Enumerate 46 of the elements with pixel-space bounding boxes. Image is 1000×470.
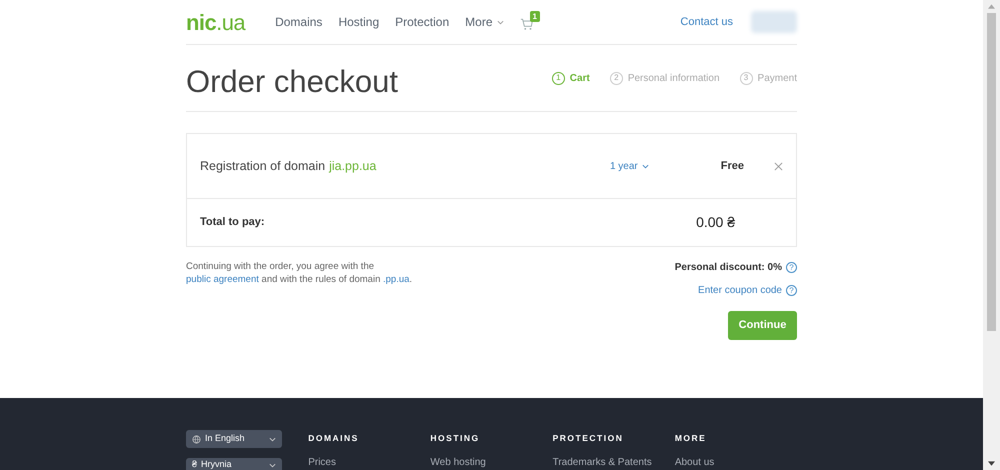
- footer-link[interactable]: Web hosting: [430, 454, 553, 470]
- agreement-text: Continuing with the order, you agree with the public agreement and with the rules of domain .pp.ua.: [186, 260, 414, 287]
- avatar-placeholder[interactable]: [751, 11, 797, 33]
- period-dropdown[interactable]: 1 year: [610, 158, 649, 174]
- step-number: 3: [740, 72, 753, 84]
- nav-link[interactable]: Hosting: [338, 13, 380, 31]
- step-label: Cart: [570, 72, 590, 86]
- close-icon[interactable]: [774, 162, 783, 170]
- footer-link[interactable]: Trademarks & Patents: [552, 454, 675, 470]
- footer-heading: DOMAINS: [308, 432, 360, 445]
- step-number: 1: [552, 72, 565, 84]
- discount-text: Personal discount: 0%: [674, 261, 782, 275]
- footer-heading: HOSTING: [430, 432, 481, 445]
- scrollbar-thumb[interactable]: [987, 13, 996, 331]
- domain-rules-link[interactable]: .pp.ua: [383, 274, 410, 285]
- nav-link[interactable]: Protection: [395, 13, 450, 31]
- chevron-icon: [642, 164, 649, 168]
- language-select[interactable]: In English: [186, 430, 282, 448]
- scroll-up-icon[interactable]: [988, 4, 995, 9]
- cart-icon[interactable]: [520, 18, 534, 30]
- chevron-icon: [269, 436, 276, 442]
- order-item-label: Registration of domain: [200, 158, 326, 175]
- contact-link[interactable]: Contact us: [680, 14, 733, 30]
- coupon-link[interactable]: Enter coupon code: [698, 283, 782, 298]
- currency-select[interactable]: ₴ Hryvnia: [186, 458, 282, 470]
- nav-link[interactable]: More: [465, 13, 504, 31]
- total-label: Total to pay:: [200, 215, 266, 230]
- nav-link[interactable]: Domains: [275, 13, 322, 31]
- help-icon[interactable]: ?: [786, 262, 797, 273]
- step-label: Payment: [758, 72, 797, 86]
- page-title: Order checkout: [186, 62, 399, 101]
- footer-heading: MORE: [674, 432, 708, 445]
- cart-count-badge: 1: [530, 10, 540, 22]
- item-price: Free: [720, 158, 744, 174]
- footer-heading: PROTECTION: [552, 432, 624, 445]
- total-amount: 0.00 ₴: [696, 213, 735, 232]
- chevron-icon: [269, 462, 276, 468]
- step-number: 2: [610, 72, 623, 84]
- scrollbar[interactable]: [983, 0, 1000, 470]
- help-icon[interactable]: ?: [786, 285, 797, 296]
- globe-icon: [192, 434, 201, 444]
- scroll-down-icon[interactable]: [988, 461, 995, 466]
- footer-link[interactable]: Prices: [308, 454, 430, 470]
- footer-link[interactable]: About us: [674, 454, 798, 470]
- step-label: Personal information: [628, 72, 720, 86]
- public-agreement-link[interactable]: public agreement: [186, 274, 259, 285]
